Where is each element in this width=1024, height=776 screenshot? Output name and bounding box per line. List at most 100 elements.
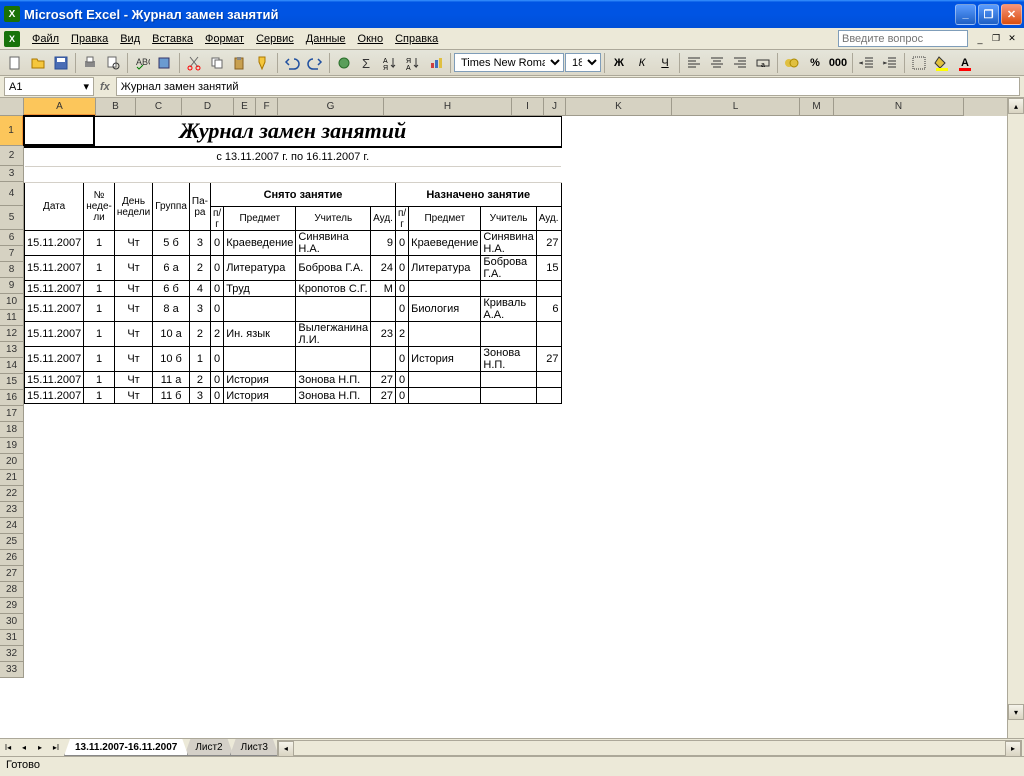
cell[interactable]: Зонова Н.П. <box>481 347 536 372</box>
cell[interactable]: 1 <box>84 256 115 281</box>
cell[interactable]: 0 <box>210 297 223 322</box>
cell[interactable] <box>536 281 561 297</box>
underline-button[interactable]: Ч <box>654 52 676 74</box>
table-row[interactable]: 15.11.20071Чт11 а20ИсторияЗонова Н.П.270 <box>25 372 562 388</box>
cell[interactable]: 0 <box>210 281 223 297</box>
increase-indent-button[interactable] <box>879 52 901 74</box>
cell[interactable] <box>409 281 481 297</box>
cell[interactable]: 11 а <box>153 372 190 388</box>
font-name-select[interactable]: Times New Roman <box>454 53 564 72</box>
table-row[interactable]: 15.11.20071Чт11 б30ИсторияЗонова Н.П.270 <box>25 388 562 404</box>
cell[interactable]: Чт <box>114 281 152 297</box>
copy-button[interactable] <box>206 52 228 74</box>
row-header[interactable]: 14 <box>0 358 24 374</box>
row-header[interactable]: 26 <box>0 550 24 566</box>
row-header[interactable]: 9 <box>0 278 24 294</box>
cell[interactable]: 15.11.2007 <box>25 231 84 256</box>
cell[interactable]: Краеведение <box>224 231 296 256</box>
row-header[interactable]: 11 <box>0 310 24 326</box>
cell[interactable] <box>536 322 561 347</box>
name-box[interactable]: A1▾ <box>4 77 94 96</box>
col-header-E[interactable]: E <box>234 98 256 116</box>
table-row[interactable]: 15.11.20071Чт6 а20ЛитератураБоброва Г.А.… <box>25 256 562 281</box>
cell[interactable]: Краеведение <box>409 231 481 256</box>
cell[interactable]: Биология <box>409 297 481 322</box>
row-header[interactable]: 5 <box>0 206 24 230</box>
cell[interactable] <box>536 388 561 404</box>
cut-button[interactable] <box>183 52 205 74</box>
row-header[interactable]: 12 <box>0 326 24 342</box>
cell[interactable]: 2 <box>189 256 210 281</box>
select-all-corner[interactable] <box>0 98 24 116</box>
cell[interactable]: 1 <box>84 322 115 347</box>
cell[interactable] <box>296 347 371 372</box>
chart-button[interactable] <box>425 52 447 74</box>
doc-restore-button[interactable]: ❐ <box>988 32 1004 46</box>
percent-button[interactable]: % <box>804 52 826 74</box>
cell[interactable] <box>371 297 396 322</box>
currency-button[interactable] <box>781 52 803 74</box>
hdr-removed[interactable]: Снято занятие <box>210 183 395 207</box>
hdr-date[interactable]: Дата <box>25 183 84 231</box>
formula-bar[interactable]: Журнал замен занятий <box>116 77 1020 96</box>
cell[interactable]: Ин. язык <box>224 322 296 347</box>
cell[interactable]: 11 б <box>153 388 190 404</box>
cell[interactable]: Вылегжанина Л.И. <box>296 322 371 347</box>
paste-button[interactable] <box>229 52 251 74</box>
menu-format[interactable]: Формат <box>199 31 250 47</box>
cell[interactable]: 0 <box>210 256 223 281</box>
cell[interactable]: 10 б <box>153 347 190 372</box>
doc-close-button[interactable]: ✕ <box>1004 32 1020 46</box>
row-header[interactable]: 6 <box>0 230 24 246</box>
hdr-group[interactable]: Группа <box>153 183 190 231</box>
col-header-G[interactable]: G <box>278 98 384 116</box>
cell[interactable]: 23 <box>371 322 396 347</box>
cell[interactable]: 0 <box>395 372 408 388</box>
cell[interactable]: 1 <box>189 347 210 372</box>
app-icon[interactable]: X <box>4 31 20 47</box>
cell[interactable]: Синявина Н.А. <box>481 231 536 256</box>
borders-button[interactable] <box>908 52 930 74</box>
hdr-pair[interactable]: Па-ра <box>189 183 210 231</box>
cell[interactable]: 1 <box>84 281 115 297</box>
save-button[interactable] <box>50 52 72 74</box>
cell[interactable]: 15.11.2007 <box>25 256 84 281</box>
row-header[interactable]: 20 <box>0 454 24 470</box>
cell[interactable]: 27 <box>536 231 561 256</box>
cell[interactable]: Синявина Н.А. <box>296 231 371 256</box>
cell[interactable] <box>409 372 481 388</box>
bold-button[interactable]: Ж <box>608 52 630 74</box>
cell[interactable]: 8 а <box>153 297 190 322</box>
cell[interactable] <box>481 388 536 404</box>
cell[interactable]: Чт <box>114 231 152 256</box>
cell[interactable]: 27 <box>371 388 396 404</box>
row-header-1[interactable]: 1 <box>0 116 24 146</box>
row-header[interactable]: 7 <box>0 246 24 262</box>
new-button[interactable] <box>4 52 26 74</box>
merge-button[interactable]: a <box>752 52 774 74</box>
row-header[interactable]: 27 <box>0 566 24 582</box>
cell[interactable] <box>409 322 481 347</box>
sort-desc-button[interactable]: ЯА <box>402 52 424 74</box>
col-header-I[interactable]: I <box>512 98 544 116</box>
row-header[interactable]: 31 <box>0 630 24 646</box>
cell[interactable]: 6 а <box>153 256 190 281</box>
cell[interactable]: 0 <box>395 281 408 297</box>
cell[interactable]: 0 <box>210 231 223 256</box>
cell[interactable]: История <box>409 347 481 372</box>
cell[interactable]: 1 <box>84 347 115 372</box>
row-header[interactable]: 29 <box>0 598 24 614</box>
cell[interactable]: 0 <box>395 347 408 372</box>
row-header[interactable]: 8 <box>0 262 24 278</box>
hyperlink-button[interactable] <box>333 52 355 74</box>
cell[interactable]: 1 <box>84 388 115 404</box>
menu-help[interactable]: Справка <box>389 31 444 47</box>
col-header-D[interactable]: D <box>182 98 234 116</box>
cell[interactable]: 3 <box>189 231 210 256</box>
cell[interactable]: 10 а <box>153 322 190 347</box>
research-button[interactable] <box>154 52 176 74</box>
menu-data[interactable]: Данные <box>300 31 352 47</box>
row-header[interactable]: 24 <box>0 518 24 534</box>
hdr-assigned[interactable]: Назначено занятие <box>395 183 561 207</box>
sort-asc-button[interactable]: АЯ <box>379 52 401 74</box>
